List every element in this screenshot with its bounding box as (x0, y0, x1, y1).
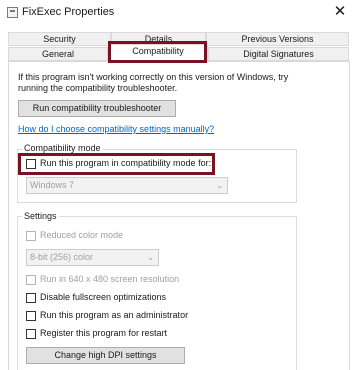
intro-text-line-2: running the compatibility troubleshooter… (18, 83, 178, 93)
compatibility-mode-legend: Compatibility mode (22, 143, 103, 153)
run-troubleshooter-button[interactable]: Run compatibility troubleshooter (18, 100, 176, 117)
os-version-select[interactable]: Windows 7 ⌄ (26, 177, 228, 194)
app-icon (7, 7, 18, 18)
restart-checkbox[interactable] (26, 329, 36, 339)
help-link[interactable]: How do I choose compatibility settings m… (18, 124, 214, 134)
settings-legend: Settings (22, 211, 59, 221)
close-icon[interactable]: ✕ (331, 3, 349, 21)
reduced-color-label: Reduced color mode (40, 230, 124, 240)
change-dpi-button[interactable]: Change high DPI settings (26, 347, 185, 364)
color-depth-select[interactable]: 8-bit (256) color ⌄ (26, 249, 159, 266)
tab-digital-signatures[interactable]: Digital Signatures (208, 47, 349, 61)
os-version-value: Windows 7 (30, 180, 75, 190)
compatibility-tab-highlight (108, 41, 207, 63)
resolution-checkbox[interactable] (26, 275, 36, 285)
admin-checkbox[interactable] (26, 311, 36, 321)
chevron-down-icon: ⌄ (147, 253, 154, 262)
restart-label[interactable]: Register this program for restart (40, 328, 167, 338)
color-depth-value: 8-bit (256) color (30, 252, 94, 262)
tab-general[interactable]: General (8, 47, 108, 61)
chevron-down-icon: ⌄ (216, 181, 223, 190)
admin-label[interactable]: Run this program as an administrator (40, 310, 188, 320)
tab-previous-versions[interactable]: Previous Versions (206, 32, 349, 46)
resolution-label: Run in 640 x 480 screen resolution (40, 274, 180, 284)
fullscreen-checkbox[interactable] (26, 293, 36, 303)
fullscreen-label[interactable]: Disable fullscreen optimizations (40, 292, 166, 302)
intro-text-line-1: If this program isn't working correctly … (18, 72, 289, 82)
window-title: FixExec Properties (22, 6, 115, 18)
compat-mode-highlight (18, 153, 215, 175)
tab-security[interactable]: Security (8, 32, 111, 46)
reduced-color-checkbox[interactable] (26, 231, 36, 241)
